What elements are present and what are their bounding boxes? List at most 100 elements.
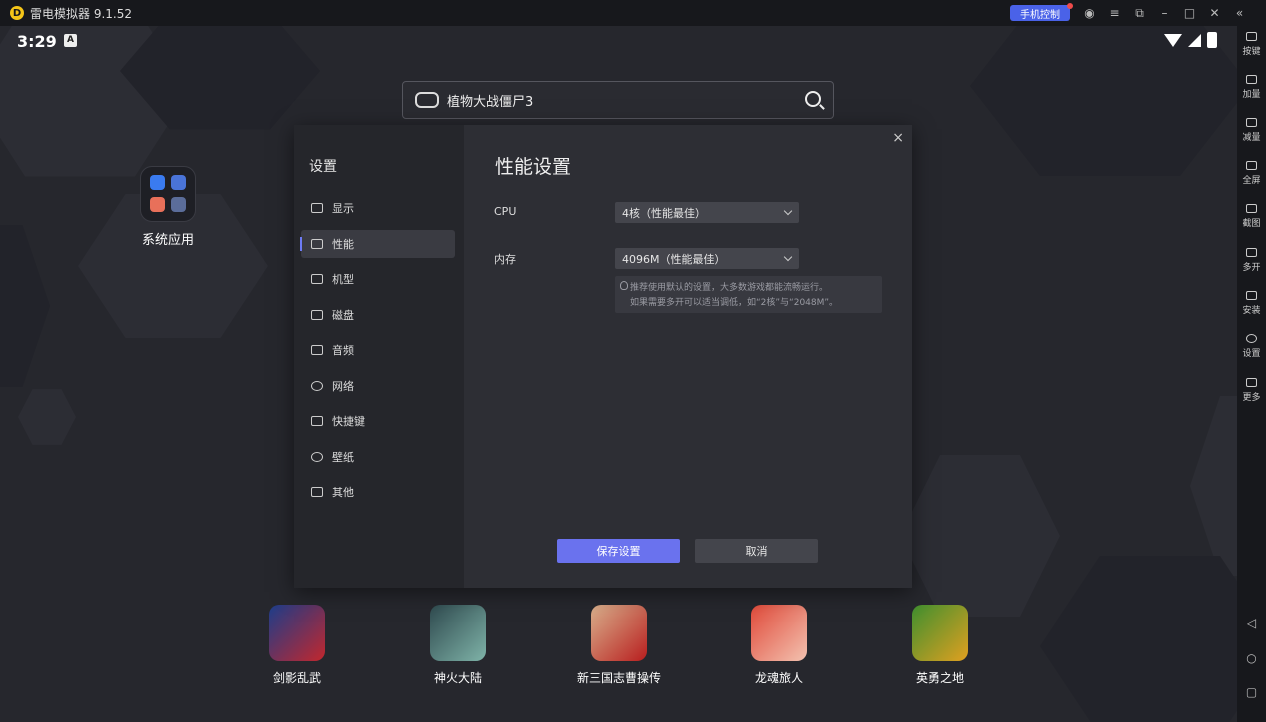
nav-label: 磁盘	[332, 309, 354, 322]
bg-hex	[900, 455, 1060, 617]
title-bar: D 雷电模拟器 9.1.52 手机控制 ◉ ≡ ⧉ – □ ✕ «	[0, 0, 1266, 26]
scissors-icon	[1246, 204, 1257, 213]
dialog-close-icon[interactable]: ×	[892, 130, 904, 146]
panel-title: 性能设置	[495, 156, 572, 178]
palette-icon	[311, 452, 323, 462]
toolbar-screenshot[interactable]: 截图	[1237, 204, 1266, 229]
toolbar-fullscreen[interactable]: 全屏	[1237, 161, 1266, 186]
app-label: 龙魂旅人	[754, 671, 803, 685]
nav-item-model[interactable]: 机型	[301, 265, 455, 293]
hint-box: 推荐使用默认的设置，大多数游戏都能流畅运行。 如果需要多开可以适当调低，如“2核…	[615, 276, 882, 313]
dock-app[interactable]: 龙魂旅人	[724, 605, 834, 686]
files-mini-icon	[150, 197, 165, 212]
dock-app[interactable]: 神火大陆	[403, 605, 513, 686]
nav-label: 壁纸	[332, 451, 354, 464]
home-icon[interactable]: ○	[1237, 651, 1266, 665]
hint-line-1: 推荐使用默认的设置，大多数游戏都能流畅运行。	[630, 283, 829, 293]
settings-mini-icon	[150, 175, 165, 190]
nav-label: 音频	[332, 344, 354, 357]
nav-item-disk[interactable]: 磁盘	[301, 301, 455, 329]
lightbulb-icon	[620, 281, 628, 290]
keyboard-icon	[311, 416, 323, 426]
save-button[interactable]: 保存设置	[557, 539, 680, 563]
wifi-icon	[1164, 33, 1182, 47]
app-label: 新三国志曹操传	[576, 671, 661, 685]
toolbar-volume-down[interactable]: 减量	[1237, 118, 1266, 143]
bg-hex	[970, 26, 1237, 176]
app-label: 剑影乱武	[272, 671, 321, 685]
toolbar-install[interactable]: 安装	[1237, 291, 1266, 316]
search-icon[interactable]	[805, 91, 821, 107]
hint-line-2: 如果需要多开可以适当调低，如“2核”与“2048M”。	[630, 298, 839, 308]
toolbar-settings[interactable]: 设置	[1237, 334, 1266, 359]
restore-icon[interactable]: ⧉	[1127, 6, 1152, 21]
settings-dialog: 设置 显示 性能 机型 磁盘 音频 网络 快捷键 壁纸 其他 × 性能设置 CP…	[294, 125, 912, 588]
chevron-down-icon	[783, 252, 793, 262]
multi-window-icon	[1246, 248, 1257, 257]
recents-icon[interactable]: ▢	[1237, 685, 1266, 699]
status-icons	[1164, 32, 1217, 48]
toolbar-label: 按键	[1242, 47, 1261, 57]
grid-icon	[311, 487, 323, 497]
fullscreen-icon	[1246, 161, 1257, 170]
nav-item-audio[interactable]: 音频	[301, 336, 455, 364]
notification-a-icon: A	[64, 34, 77, 47]
collapse-icon[interactable]: «	[1227, 6, 1252, 20]
nav-label: 网络	[332, 380, 354, 393]
status-time: 3:29	[17, 32, 57, 51]
user-icon[interactable]: ◉	[1077, 6, 1102, 20]
back-icon[interactable]: ◁	[1237, 616, 1266, 630]
app-icon	[430, 605, 486, 661]
volume-up-icon	[1246, 75, 1257, 84]
phone-control-button[interactable]: 手机控制	[1010, 3, 1073, 21]
app-icon	[751, 605, 807, 661]
nav-label: 快捷键	[332, 415, 365, 428]
audio-icon	[311, 345, 323, 355]
cpu-select[interactable]: 4核（性能最佳）	[615, 202, 799, 223]
nav-item-performance[interactable]: 性能	[300, 230, 455, 258]
settings-nav: 设置 显示 性能 机型 磁盘 音频 网络 快捷键 壁纸 其他	[294, 125, 464, 588]
install-icon	[1246, 291, 1257, 300]
dock-app[interactable]: 新三国志曹操传	[564, 605, 674, 686]
maximize-icon[interactable]: □	[1177, 6, 1202, 20]
dock-app[interactable]: 剑影乱武	[242, 605, 352, 686]
cancel-button[interactable]: 取消	[695, 539, 818, 563]
app-icon	[269, 605, 325, 661]
gear-icon	[1246, 334, 1257, 343]
nav-item-network[interactable]: 网络	[301, 372, 455, 400]
menu-icon[interactable]: ≡	[1102, 6, 1127, 20]
toolbar-label: 设置	[1242, 349, 1261, 359]
toolbar-label: 加量	[1242, 90, 1261, 100]
app-title: 雷电模拟器 9.1.52	[30, 6, 132, 21]
memory-value: 4096M（性能最佳）	[622, 252, 726, 266]
gauge-icon	[311, 239, 323, 249]
dock-app[interactable]: 英勇之地	[885, 605, 995, 686]
system-apps-folder[interactable]	[140, 166, 196, 222]
toolbar-label: 减量	[1242, 133, 1261, 143]
toolbar-label: 安装	[1242, 306, 1261, 316]
gamepad-icon	[415, 92, 439, 108]
memory-select[interactable]: 4096M（性能最佳）	[615, 248, 799, 269]
toolbar-label: 更多	[1242, 393, 1261, 403]
toolbar-label: 多开	[1242, 263, 1261, 273]
nav-item-wallpaper[interactable]: 壁纸	[301, 443, 455, 471]
nav-label: 显示	[332, 202, 354, 215]
memory-label: 内存	[494, 253, 516, 266]
nav-item-other[interactable]: 其他	[301, 478, 455, 506]
monitor-icon	[311, 203, 323, 213]
cpu-label: CPU	[494, 205, 517, 218]
settings-title: 设置	[309, 159, 337, 175]
toolbar-multi-instance[interactable]: 多开	[1237, 248, 1266, 273]
search-bar[interactable]: 植物大战僵尸3	[402, 81, 834, 119]
nav-item-display[interactable]: 显示	[301, 194, 455, 222]
phone-control-label: 手机控制	[1020, 9, 1060, 21]
minimize-icon[interactable]: –	[1152, 6, 1177, 20]
browser-mini-icon	[171, 175, 186, 190]
toolbar-keymap[interactable]: 按键	[1237, 32, 1266, 57]
chevron-down-icon	[783, 206, 793, 216]
toolbar-more[interactable]: 更多	[1237, 378, 1266, 403]
toolbar-volume-up[interactable]: 加量	[1237, 75, 1266, 100]
search-text: 植物大战僵尸3	[447, 94, 534, 110]
nav-item-hotkeys[interactable]: 快捷键	[301, 407, 455, 435]
close-icon[interactable]: ✕	[1202, 6, 1227, 20]
